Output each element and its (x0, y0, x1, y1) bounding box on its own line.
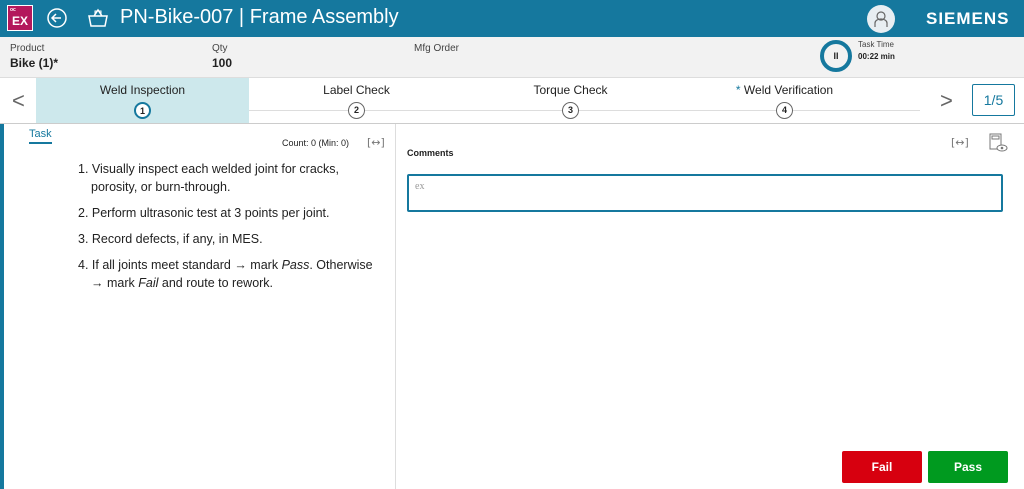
basket-icon (86, 6, 110, 34)
mfg-order-label: Mfg Order (414, 43, 460, 54)
step-navigator: < Weld Inspection 1 Label Check 2 Torque C… (0, 78, 1024, 124)
panel-divider (395, 124, 396, 489)
instruction-item: 3. Record defects, if any, in MES. (78, 232, 263, 246)
comments-label: Comments (407, 148, 454, 158)
back-icon[interactable] (46, 7, 68, 33)
expand-icon[interactable]: [↔] (367, 136, 385, 149)
tab-task[interactable]: Task (29, 128, 52, 144)
step-pager-button[interactable]: 1/5 (972, 84, 1015, 116)
instruction-item: 4. If all joints meet standard → mark Pa… (78, 258, 373, 290)
expand-icon[interactable]: [↔] (951, 136, 969, 149)
left-accent-bar (0, 124, 4, 489)
user-icon (874, 11, 888, 27)
preview-document-icon[interactable] (988, 133, 1008, 156)
qty-value: 100 (212, 56, 233, 70)
app-header: oc EX PN-Bike-007 | Frame Assembly SIEMEN… (0, 0, 1024, 37)
step-weld-verification[interactable]: * Weld Verification 4 (678, 78, 891, 123)
task-time-value: 00:22 min (858, 52, 895, 61)
count-label: Count: 0 (Min: 0) (282, 138, 350, 148)
next-step-chevron-icon[interactable]: > (940, 88, 953, 114)
prev-step-chevron-icon[interactable]: < (12, 88, 25, 114)
app-logo: oc EX (7, 5, 33, 31)
required-mark: * (735, 83, 741, 97)
qty-label: Qty (212, 43, 228, 54)
task-time-label: Task Time (858, 40, 895, 49)
instruction-item: 2. Perform ultrasonic test at 3 points p… (78, 206, 330, 220)
page-title: PN-Bike-007 | Frame Assembly (120, 6, 399, 28)
product-label: Product (10, 43, 45, 54)
step-weld-inspection[interactable]: Weld Inspection 1 (36, 78, 249, 123)
pass-button[interactable]: Pass (928, 451, 1008, 483)
step-label-check[interactable]: Label Check 2 (250, 78, 463, 123)
step-torque-check[interactable]: Torque Check 3 (464, 78, 677, 123)
pause-icon: II (833, 51, 839, 61)
task-instructions: 1. Visually inspect each welded joint fo… (78, 160, 378, 300)
fail-button[interactable]: Fail (842, 451, 922, 483)
product-value: Bike (1)* (10, 56, 59, 70)
user-avatar[interactable] (867, 5, 895, 33)
brand-logo: SIEMENS (926, 9, 1010, 28)
pause-timer-button[interactable]: II (820, 40, 852, 72)
instruction-item: 1. Visually inspect each welded joint fo… (78, 162, 340, 194)
order-info-bar: Product Bike (1)* Qty 100 Mfg Order II T… (0, 37, 1024, 78)
comments-input[interactable]: ex (407, 174, 1003, 212)
